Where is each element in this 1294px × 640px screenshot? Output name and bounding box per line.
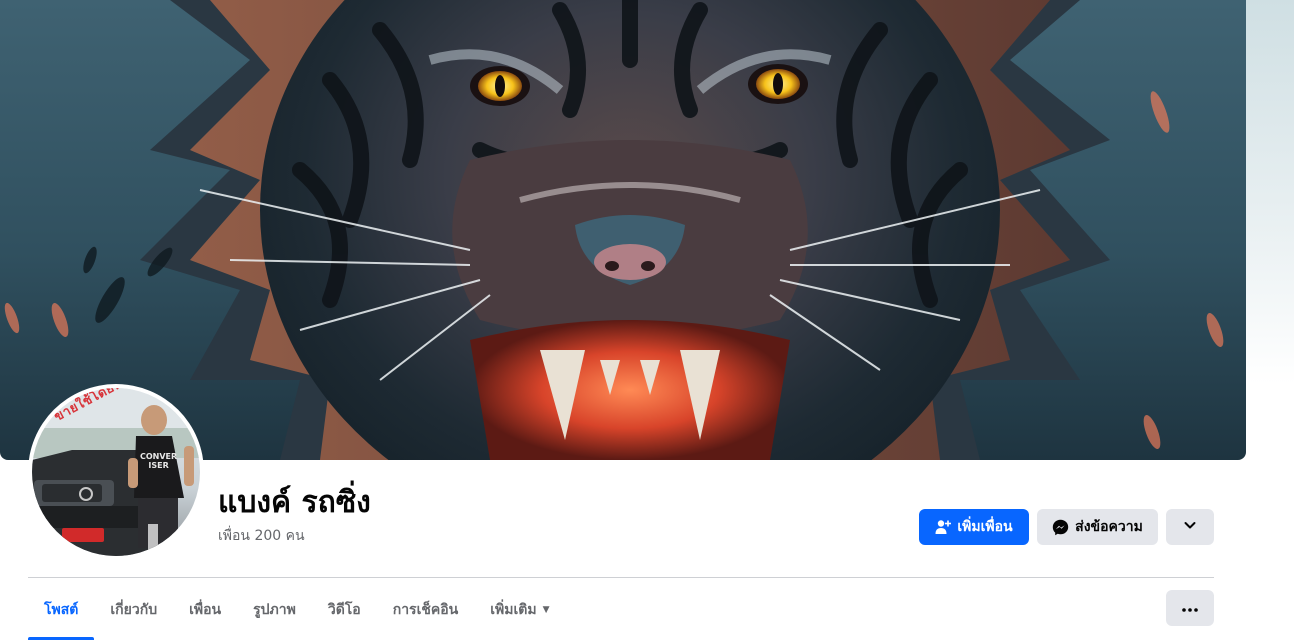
- profile-picture[interactable]: ขายใช้โดยทอย CONVER ISER: [28, 384, 204, 560]
- profile-tabs: โพสต์ เกี่ยวกับ เพื่อน รูปภาพ วิดีโอ การ…: [28, 580, 566, 640]
- more-horizontal-icon: [1182, 600, 1198, 616]
- profile-dropdown-button[interactable]: [1166, 509, 1214, 545]
- tab-label: โพสต์: [44, 602, 79, 618]
- tab-photos[interactable]: รูปภาพ: [237, 580, 312, 640]
- tab-videos[interactable]: วิดีโอ: [312, 580, 377, 640]
- message-label: ส่งข้อความ: [1075, 519, 1143, 535]
- tab-label: วิดีโอ: [327, 602, 361, 618]
- tab-friends[interactable]: เพื่อน: [173, 580, 237, 640]
- tab-about[interactable]: เกี่ยวกับ: [94, 580, 173, 640]
- avatar: ขายใช้โดยทอย CONVER ISER: [32, 388, 200, 556]
- tab-label: เพื่อน: [189, 602, 222, 618]
- tab-posts[interactable]: โพสต์: [28, 580, 95, 640]
- divider: [28, 577, 1214, 578]
- more-options-button[interactable]: [1166, 590, 1214, 626]
- add-friend-label: เพิ่มเพื่อน: [957, 519, 1013, 535]
- chevron-down-icon: [1183, 518, 1197, 536]
- messenger-icon: [1052, 519, 1069, 536]
- friends-count[interactable]: เพื่อน 200 คน: [218, 526, 305, 546]
- tab-label: รูปภาพ: [253, 602, 296, 618]
- tab-label: การเช็คอิน: [392, 602, 459, 618]
- avatar-shirt-text-line1: CONVER: [140, 452, 178, 461]
- add-friend-button[interactable]: เพิ่มเพื่อน: [919, 509, 1029, 545]
- tab-more[interactable]: เพิ่มเติม ▼: [474, 580, 565, 640]
- tab-label: เกี่ยวกับ: [110, 602, 158, 618]
- tab-label: เพิ่มเติม: [490, 602, 537, 618]
- avatar-shirt-text-line2: ISER: [148, 461, 169, 470]
- caret-down-icon: ▼: [542, 605, 550, 615]
- tab-checkins[interactable]: การเช็คอิน: [377, 580, 475, 640]
- profile-name: แบงค์ รถซิ่ง: [218, 485, 371, 520]
- avatar-shirt-text: CONVER ISER: [140, 452, 177, 470]
- message-button[interactable]: ส่งข้อความ: [1037, 509, 1158, 545]
- person-plus-icon: [935, 519, 952, 535]
